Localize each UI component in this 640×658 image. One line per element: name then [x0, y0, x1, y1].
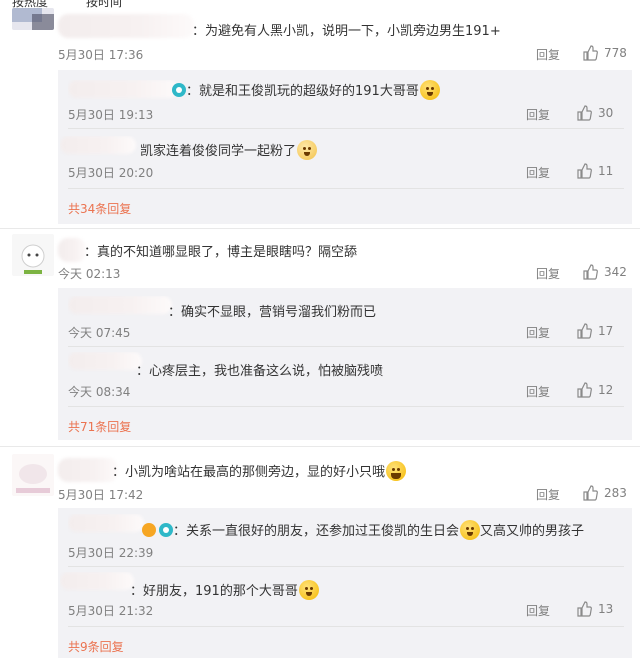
- reply-time: 今天 07:45: [68, 326, 131, 340]
- reply-text: ：确实不显眼，营销号溜我们粉而已: [168, 305, 377, 320]
- reply-button[interactable]: 回复: [536, 486, 560, 503]
- thumbs-up-icon: [583, 45, 598, 61]
- avatar[interactable]: [12, 8, 54, 30]
- reply-divider: [68, 128, 624, 129]
- vip-badge-icon: [172, 83, 186, 97]
- reply-avatar-blurred[interactable]: [68, 296, 178, 316]
- reply-button[interactable]: 回复: [526, 164, 550, 181]
- vip-badge-icon: [159, 523, 173, 537]
- comment-text: ：小凯为啥站在最高的那侧旁边，显的好小只哦: [112, 461, 407, 481]
- comment-text: ：为避免有人黑小凯，说明一下，小凯旁边男生191+: [192, 24, 501, 39]
- comment-divider: [0, 446, 640, 447]
- reply-button[interactable]: 回复: [526, 324, 550, 341]
- comment-text: ：真的不知道哪显眼了，博主是眼瞎吗？隔空舔: [84, 245, 358, 260]
- more-replies-link[interactable]: 共9条回复: [68, 638, 124, 655]
- reply-time: 5月30日 21:32: [68, 604, 154, 618]
- emoji-icon: [297, 140, 318, 160]
- reply-avatar-blurred[interactable]: [60, 572, 140, 592]
- reply-text: ：好朋友，191的那个大哥哥: [130, 580, 319, 600]
- reply-button[interactable]: 回复: [526, 383, 550, 400]
- fire-badge-icon: [142, 523, 156, 537]
- like-count: 778: [604, 46, 627, 60]
- reply-divider: [68, 566, 624, 567]
- comment-divider: [0, 228, 640, 229]
- reply-divider: [68, 188, 624, 189]
- thumbs-up-icon: [577, 163, 592, 179]
- reply-button[interactable]: 回复: [526, 106, 550, 123]
- reply-text: ：心疼层主，我也准备这么说，怕被脑残喷: [136, 364, 384, 379]
- reply-avatar-blurred[interactable]: [68, 80, 178, 100]
- sort-tabs: 按热度 按时间: [0, 0, 640, 8]
- tab-hot[interactable]: 按热度: [12, 0, 48, 8]
- thumbs-up-icon: [577, 323, 592, 339]
- comment-time: 今天 02:13: [58, 267, 121, 281]
- username-blurred[interactable]: [58, 14, 194, 38]
- like-button[interactable]: 778: [582, 45, 627, 61]
- like-count: 283: [604, 486, 627, 500]
- like-count: 13: [598, 602, 614, 616]
- reply-avatar-blurred[interactable]: [60, 136, 140, 156]
- laughing-emoji-icon: [386, 461, 407, 481]
- like-count: 11: [598, 164, 614, 178]
- like-count: 342: [604, 265, 627, 279]
- avatar[interactable]: [12, 234, 54, 276]
- like-count: 17: [598, 324, 614, 338]
- avatar-image: [12, 454, 54, 496]
- comment-time: 5月30日 17:42: [58, 488, 144, 502]
- reply-divider: [68, 346, 624, 347]
- thumbs-up-icon: [577, 382, 592, 398]
- like-button[interactable]: 12: [576, 382, 613, 398]
- reply-avatar-blurred[interactable]: [68, 514, 148, 534]
- username-blurred[interactable]: [58, 238, 86, 262]
- like-button[interactable]: 30: [576, 105, 613, 121]
- reply-divider: [68, 406, 624, 407]
- emoji-icon: [460, 520, 481, 540]
- thumbs-up-icon: [583, 264, 598, 280]
- like-button[interactable]: 11: [576, 163, 613, 179]
- username-blurred[interactable]: [58, 458, 118, 482]
- reply-time: 5月30日 20:20: [68, 166, 154, 180]
- emoji-icon: [298, 580, 319, 600]
- like-button[interactable]: 342: [582, 264, 627, 280]
- reply-button[interactable]: 回复: [536, 46, 560, 63]
- reply-text: ：就是和王俊凯玩的超级好的191大哥哥: [172, 80, 440, 100]
- reply-time: 5月30日 22:39: [68, 546, 154, 560]
- reply-time: 5月30日 19:13: [68, 108, 154, 122]
- thumbs-up-icon: [577, 105, 592, 121]
- avatar-image: [12, 8, 54, 30]
- reply-divider: [68, 626, 624, 627]
- more-replies-link[interactable]: 共34条回复: [68, 200, 131, 217]
- thumbs-up-icon: [583, 485, 598, 501]
- reply-button[interactable]: 回复: [536, 265, 560, 282]
- reply-text: 凯家连着俊俊同学一起粉了: [140, 140, 318, 160]
- reply-text: ：关系一直很好的朋友，还参加过王俊凯的生日会 又高又帅的男孩子: [142, 520, 584, 540]
- like-button[interactable]: 13: [576, 601, 613, 617]
- tab-time[interactable]: 按时间: [86, 0, 122, 8]
- reply-button[interactable]: 回复: [526, 602, 550, 619]
- reply-time: 今天 08:34: [68, 385, 131, 399]
- like-button[interactable]: 283: [582, 485, 627, 501]
- like-count: 30: [598, 106, 614, 120]
- comment-time: 5月30日 17:36: [58, 48, 144, 62]
- more-replies-link[interactable]: 共71条回复: [68, 418, 131, 435]
- avatar[interactable]: [12, 454, 54, 496]
- avatar-image: [12, 234, 54, 276]
- thumbs-up-icon: [577, 601, 592, 617]
- like-count: 12: [598, 383, 614, 397]
- emoji-icon: [419, 80, 440, 100]
- like-button[interactable]: 17: [576, 323, 613, 339]
